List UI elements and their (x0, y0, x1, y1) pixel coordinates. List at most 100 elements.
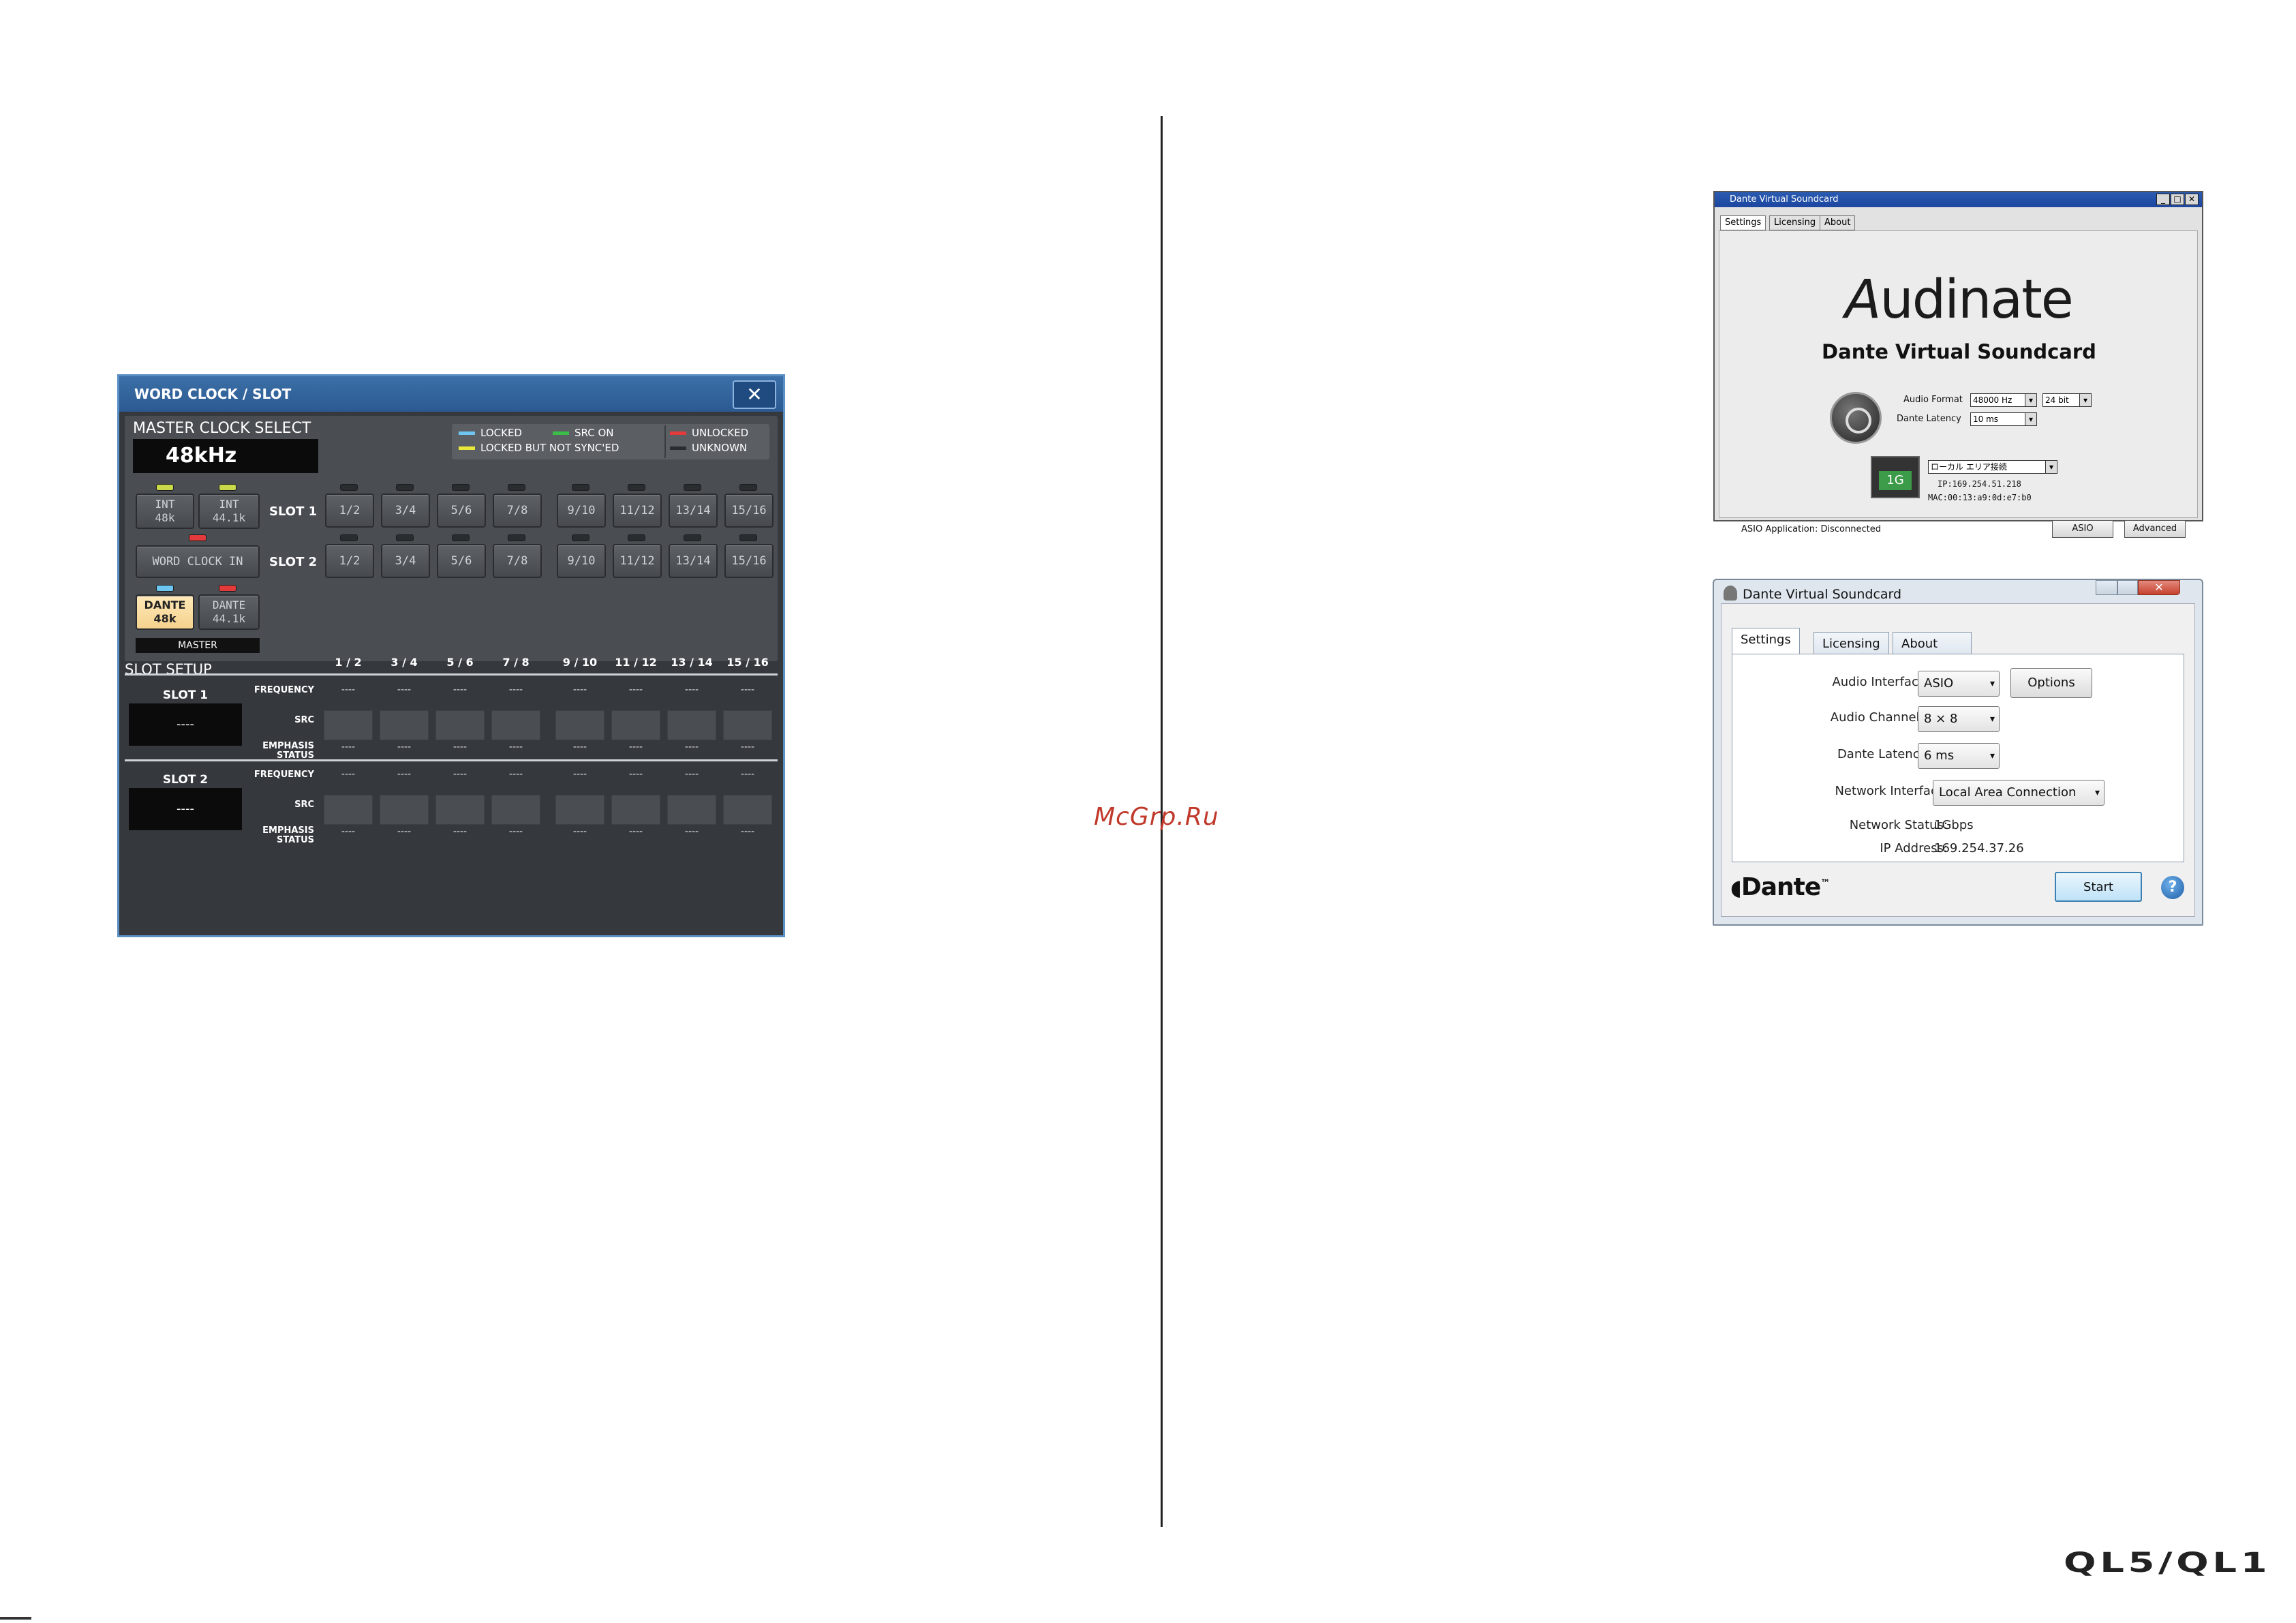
slot1-channel-button[interactable]: 13/14 (669, 494, 718, 528)
slot2-emphasis-value: ---- (341, 826, 356, 837)
slot2-channel-button[interactable]: 9/10 (557, 544, 606, 578)
word-clock-in-button[interactable]: WORD CLOCK IN (136, 545, 260, 578)
slot2-channel-button[interactable]: 3/4 (381, 544, 430, 578)
slot1-frequency-value: ---- (572, 684, 587, 695)
audio-channels-label: Audio Channels: (1830, 710, 1930, 725)
slot1-label: SLOT 1 (269, 504, 318, 519)
minimize-button[interactable] (2096, 580, 2117, 595)
tab-licensing[interactable]: Licensing (1813, 632, 1889, 656)
slot2-channel-button[interactable]: 1/2 (325, 544, 374, 578)
close-button[interactable]: ✕ (2138, 580, 2180, 595)
slot1-channel-button[interactable]: 7/8 (493, 494, 542, 528)
slot2-led-4 (508, 534, 525, 541)
network-interface-select[interactable]: Local Area Connection (1933, 780, 2104, 806)
close-button[interactable]: ✕ (2185, 194, 2199, 205)
slot1-channel-button[interactable]: 1/2 (325, 494, 374, 528)
slot1-channel-button[interactable]: 15/16 (724, 494, 774, 528)
maximize-button[interactable] (2117, 580, 2138, 595)
emphasis-label-1: EMPHASIS STATUS (262, 741, 314, 761)
slot1-emphasis-value: ---- (397, 742, 412, 753)
setup-column-header: 13 / 14 (671, 656, 713, 669)
slot2-frequency-value: ---- (684, 769, 699, 780)
slot1-channel-button[interactable]: 5/6 (437, 494, 486, 528)
slot2-channel-button[interactable]: 7/8 (493, 544, 542, 578)
slot2-src-button[interactable] (324, 795, 373, 825)
slot2-label: SLOT 2 (269, 555, 318, 569)
dante-logo: ◖Dante™ (1730, 873, 1830, 901)
network-status-label: Network Status: (1849, 818, 1948, 832)
advanced-button[interactable]: Advanced (2124, 520, 2186, 538)
slot1-src-button[interactable] (491, 710, 540, 740)
slot1-emphasis-value: ---- (572, 742, 587, 753)
window-title: Dante Virtual Soundcard (1743, 587, 1902, 602)
int-44k-button[interactable]: INT 44.1k (198, 494, 260, 529)
power-button-icon[interactable] (1830, 392, 1882, 444)
slot2-frequency-value: ---- (740, 769, 755, 780)
slot2-src-button[interactable] (435, 795, 485, 825)
word-clock-slot-window: WORD CLOCK / SLOT ✕ MASTER CLOCK SELECT … (117, 374, 785, 937)
audio-channels-select[interactable]: 8 × 8 (1918, 706, 2000, 732)
slot1-led-8 (739, 484, 757, 491)
slot2-src-button[interactable] (667, 795, 716, 825)
setup-column-header: 3 / 4 (391, 656, 418, 669)
slot1-frequency-value: ---- (684, 684, 699, 695)
frequency-label-1: FREQUENCY (254, 685, 314, 695)
slot1-src-button[interactable] (667, 710, 716, 740)
tab-about[interactable]: About (1893, 632, 1972, 656)
slot2-channel-button[interactable]: 15/16 (724, 544, 774, 578)
slot2-emphasis-value: ---- (397, 826, 412, 837)
mac-address: MAC:00:13:a9:0d:e7:b0 (1928, 493, 2032, 502)
network-select[interactable]: ローカル エリア接続 (1928, 460, 2057, 474)
latency-select[interactable]: 10 ms (1970, 412, 2037, 426)
setup-column-header: 11 / 12 (615, 656, 657, 669)
slot2-led-8 (739, 534, 757, 541)
audio-format-select[interactable]: 48000 Hz (1970, 393, 2037, 407)
window-title: Dante Virtual Soundcard (1715, 192, 2202, 207)
slot1-led-4 (508, 484, 525, 491)
close-button[interactable]: ✕ (733, 380, 776, 409)
bit-depth-select[interactable]: 24 bit (2042, 393, 2092, 407)
tab-licensing[interactable]: Licensing (1769, 215, 1821, 230)
maximize-button[interactable]: □ (2171, 194, 2184, 205)
slot1-channel-button[interactable]: 9/10 (557, 494, 606, 528)
tab-settings[interactable]: Settings (1720, 215, 1766, 230)
start-button[interactable]: Start (2055, 872, 2142, 902)
slot2-src-button[interactable] (723, 795, 772, 825)
unknown-swatch (670, 446, 686, 450)
slot2-src-button[interactable] (380, 795, 429, 825)
tab-about[interactable]: About (1820, 215, 1856, 230)
legend-not-synced: LOCKED BUT NOT SYNC'ED (459, 442, 619, 454)
latency-label: Dante Latency: (1837, 747, 1930, 761)
slot2-src-button[interactable] (611, 795, 660, 825)
slot1-src-button[interactable] (723, 710, 772, 740)
slot2-led-3 (452, 534, 470, 541)
dvs-window-jp: Dante Virtual Soundcard _ □ ✕ Settings L… (1713, 191, 2203, 538)
slot1-emphasis-value: ---- (341, 742, 356, 753)
slot2-channel-button[interactable]: 13/14 (669, 544, 718, 578)
dante-48k-button[interactable]: DANTE 48k (136, 594, 194, 630)
help-icon[interactable]: ? (2161, 876, 2184, 899)
latency-select[interactable]: 6 ms (1918, 743, 2000, 769)
slot1-channel-button[interactable]: 11/12 (613, 494, 662, 528)
slot1-frequency-value: ---- (397, 684, 412, 695)
slot2-led-7 (684, 534, 701, 541)
slot2-src-button[interactable] (555, 795, 604, 825)
slot2-channel-button[interactable]: 11/12 (613, 544, 662, 578)
audio-interface-select[interactable]: ASIO (1918, 671, 2000, 697)
slot2-src-button[interactable] (491, 795, 540, 825)
asio-button[interactable]: ASIO (2052, 520, 2113, 538)
dante-44k-button[interactable]: DANTE 44.1k (198, 594, 260, 630)
slot2-emphasis-value: ---- (572, 826, 587, 837)
int-48k-button[interactable]: INT 48k (136, 494, 194, 529)
slot1-channel-button[interactable]: 3/4 (381, 494, 430, 528)
slot1-src-button[interactable] (611, 710, 660, 740)
options-button[interactable]: Options (2010, 668, 2092, 698)
minimize-button[interactable]: _ (2156, 194, 2170, 205)
slot2-channel-button[interactable]: 5/6 (437, 544, 486, 578)
tab-settings[interactable]: Settings (1732, 628, 1800, 655)
slot1-led-3 (452, 484, 470, 491)
slot1-src-button[interactable] (555, 710, 604, 740)
slot1-src-button[interactable] (380, 710, 429, 740)
slot1-src-button[interactable] (324, 710, 373, 740)
slot1-src-button[interactable] (435, 710, 485, 740)
